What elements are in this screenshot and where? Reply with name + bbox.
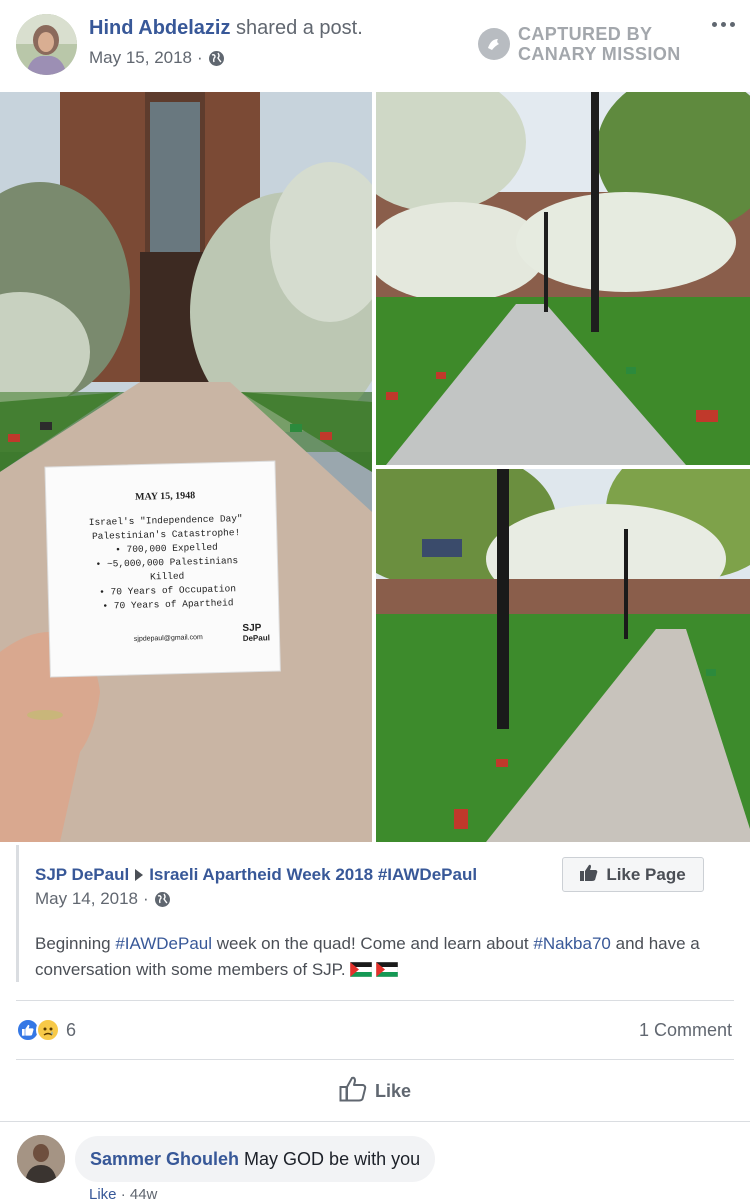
like-label: Like: [374, 1080, 412, 1101]
hashtag-nakba70[interactable]: #Nakba70: [533, 934, 611, 953]
caret-right-icon: [135, 869, 144, 881]
shared-date-separator: ·: [143, 889, 149, 908]
captured-line2: CANARY MISSION: [518, 44, 681, 64]
shared-page-name[interactable]: SJP DePaul: [35, 865, 129, 885]
comment-author[interactable]: Sammer Ghouleh: [90, 1149, 239, 1170]
shared-date[interactable]: May 14, 2018: [35, 889, 138, 909]
post-photo-1[interactable]: MAY 15, 1948 Israel's "Independence Day"…: [0, 92, 372, 842]
like-page-label: Like Page: [606, 864, 686, 884]
canary-logo-icon: [478, 28, 510, 60]
comment-meta: Like · 44w: [89, 1186, 157, 1201]
comment-text: May GOD be with you: [244, 1148, 421, 1169]
shared-body: Beginning #IAWDePaul week on the quad! C…: [35, 931, 735, 983]
hashtag-iawdepaul[interactable]: #IAWDePaul: [115, 934, 212, 953]
thumbs-up-icon: [580, 864, 598, 886]
captured-watermark: CAPTURED BY CANARY MISSION: [478, 24, 681, 64]
globe-icon[interactable]: [154, 891, 171, 908]
comment-time[interactable]: 44w: [130, 1186, 158, 1201]
photo-note-text: MAY 15, 1948 Israel's "Independence Day"…: [60, 487, 274, 648]
post-photo-2[interactable]: [376, 92, 750, 465]
sad-reaction-icon: [36, 1018, 60, 1042]
post-date[interactable]: May 15, 2018: [89, 48, 192, 68]
shared-title: SJP DePaul Israeli Apartheid Week 2018 #…: [35, 865, 477, 885]
author-name[interactable]: Hind Abdelaziz: [89, 17, 230, 39]
author-line: Hind Abdelaziz shared a post.: [89, 17, 363, 40]
reaction-summary[interactable]: 6: [16, 1018, 76, 1042]
note-email: sjpdepaul@gmail.com: [133, 634, 203, 643]
comment-count[interactable]: 1 Comment: [639, 1020, 732, 1041]
shared-post-card: SJP DePaul Israeli Apartheid Week 2018 #…: [16, 845, 734, 982]
shared-date-line: May 14, 2018 ·: [35, 889, 171, 909]
palestine-flag-icon: [375, 959, 398, 978]
comment-bubble: Sammer Ghouleh May GOD be with you: [75, 1136, 436, 1182]
thumbs-up-outline-icon: [339, 1076, 367, 1107]
comments-divider: [0, 1121, 750, 1122]
like-page-button[interactable]: Like Page: [562, 857, 704, 892]
captured-text: CAPTURED BY CANARY MISSION: [518, 24, 681, 64]
globe-icon[interactable]: [208, 50, 225, 67]
like-button[interactable]: Like: [0, 1062, 750, 1120]
body-text-1: Beginning: [35, 934, 116, 953]
post-header: Hind Abdelaziz shared a post. May 15, 20…: [0, 0, 750, 92]
captured-line1: CAPTURED BY: [518, 24, 653, 44]
sjp-logo-line2: DePaul: [242, 633, 270, 644]
comment-meta-separator: ·: [120, 1186, 126, 1201]
post-action-text: shared a post.: [236, 17, 363, 39]
reactions-bar: 6 1 Comment: [16, 1000, 734, 1060]
reaction-count: 6: [66, 1019, 77, 1040]
author-avatar[interactable]: [16, 14, 77, 75]
body-text-2: week on the quad! Come and learn about: [212, 934, 534, 953]
more-options-icon[interactable]: [710, 12, 736, 36]
commenter-avatar[interactable]: [17, 1135, 65, 1183]
post-date-line: May 15, 2018 ·: [89, 48, 225, 68]
shared-event-name[interactable]: Israeli Apartheid Week 2018 #IAWDePaul: [149, 865, 477, 885]
sjp-logo: SJP DePaul: [242, 623, 270, 644]
comment-like-link[interactable]: Like: [89, 1186, 117, 1201]
post-photo-3[interactable]: [376, 469, 750, 842]
date-separator: ·: [197, 48, 203, 67]
palestine-flag-icon: [349, 959, 372, 978]
